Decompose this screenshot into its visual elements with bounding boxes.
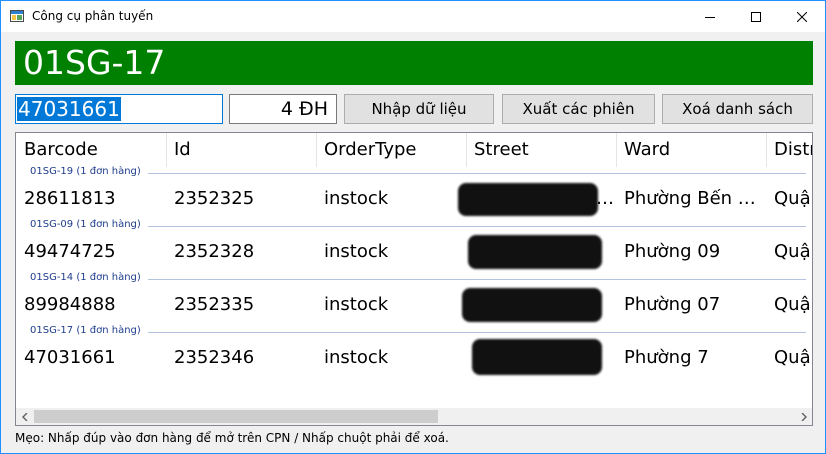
list-item[interactable]: 28611813 2352325 instock … Phường Bến … … xyxy=(16,180,812,216)
cell-barcode: 89984888 xyxy=(24,294,116,315)
group-divider xyxy=(148,279,806,280)
group-header[interactable]: 01SG-17 (1 đơn hàng) xyxy=(16,325,812,339)
cell-district: Quận xyxy=(774,294,812,315)
column-divider[interactable] xyxy=(316,133,317,167)
close-button[interactable] xyxy=(779,1,825,32)
column-header-ward[interactable]: Ward xyxy=(624,139,670,160)
column-header-barcode[interactable]: Barcode xyxy=(24,139,98,160)
window-title: Công cụ phân tuyến xyxy=(32,9,154,23)
cell-barcode: 28611813 xyxy=(24,188,116,209)
column-divider[interactable] xyxy=(466,133,467,167)
column-header-district[interactable]: Distri xyxy=(774,139,812,160)
cell-district: Quận xyxy=(774,188,812,209)
cell-district: Quận xyxy=(774,347,812,368)
group-label: 01SG-19 (1 đơn hàng) xyxy=(30,166,141,177)
column-divider[interactable] xyxy=(616,133,617,167)
group-label: 01SG-17 (1 đơn hàng) xyxy=(30,325,141,336)
chevron-right-icon xyxy=(801,412,807,421)
app-window-icon xyxy=(10,10,24,22)
import-data-button[interactable]: Nhập dữ liệu xyxy=(344,94,494,124)
cell-order-type: instock xyxy=(324,294,389,315)
column-header-ordertype[interactable]: OrderType xyxy=(324,139,417,160)
cell-street: … xyxy=(596,188,614,209)
cell-ward: Phường 09 xyxy=(624,241,721,262)
maximize-button[interactable] xyxy=(733,1,779,32)
redacted-street xyxy=(472,339,602,375)
list-item[interactable]: 49474725 2352328 instock Phường 09 Quận xyxy=(16,233,812,269)
group-header[interactable]: 01SG-19 (1 đơn hàng) xyxy=(16,166,812,180)
route-banner: 01SG-17 xyxy=(15,41,813,85)
close-icon xyxy=(797,11,807,22)
cell-id: 2352325 xyxy=(174,188,255,209)
cell-order-type: instock xyxy=(324,241,389,262)
column-header-id[interactable]: Id xyxy=(174,139,191,160)
minimize-button[interactable] xyxy=(687,1,733,32)
list-item[interactable]: 89984888 2352335 instock Phường 07 Quận xyxy=(16,286,812,322)
status-tip: Mẹo: Nhấp đúp vào đơn hàng để mở trên CP… xyxy=(15,431,449,445)
horizontal-scrollbar[interactable] xyxy=(16,408,812,425)
cell-ward: Phường Bến … xyxy=(624,188,756,209)
group-divider xyxy=(148,226,806,227)
chevron-left-icon xyxy=(21,412,27,421)
cell-ward: Phường 7 xyxy=(624,347,709,368)
scroll-left-button[interactable] xyxy=(16,408,33,425)
group-label: 01SG-09 (1 đơn hàng) xyxy=(30,219,141,230)
list-item[interactable]: 47031661 2352346 instock Phường 7 Quận xyxy=(16,339,812,375)
export-sessions-button[interactable]: Xuất các phiên xyxy=(502,94,655,124)
orders-list[interactable]: Barcode Id OrderType Street Ward Distri … xyxy=(15,132,813,426)
route-label: 01SG-17 xyxy=(23,43,166,82)
cell-id: 2352346 xyxy=(174,347,255,368)
cell-district: Quận xyxy=(774,241,812,262)
cell-barcode: 47031661 xyxy=(24,347,116,368)
barcode-input-value: 47031661 xyxy=(17,97,121,121)
cell-barcode: 49474725 xyxy=(24,241,116,262)
redacted-street xyxy=(462,288,602,322)
order-count-field[interactable]: 4 ĐH xyxy=(229,94,337,124)
scroll-right-button[interactable] xyxy=(795,408,812,425)
clear-list-button[interactable]: Xoá danh sách xyxy=(662,94,813,124)
barcode-input[interactable]: 47031661 xyxy=(15,94,223,124)
column-header-street[interactable]: Street xyxy=(474,139,529,160)
maximize-icon xyxy=(751,11,761,22)
list-header: Barcode Id OrderType Street Ward Distri xyxy=(16,133,812,167)
group-divider xyxy=(148,332,806,333)
cell-id: 2352328 xyxy=(174,241,255,262)
group-header[interactable]: 01SG-14 (1 đơn hàng) xyxy=(16,272,812,286)
cell-order-type: instock xyxy=(324,188,389,209)
group-header[interactable]: 01SG-09 (1 đơn hàng) xyxy=(16,219,812,233)
group-label: 01SG-14 (1 đơn hàng) xyxy=(30,272,141,283)
minimize-icon xyxy=(705,16,715,18)
column-divider[interactable] xyxy=(766,133,767,167)
order-count-value: 4 ĐH xyxy=(280,98,328,120)
cell-ward: Phường 07 xyxy=(624,294,721,315)
app-window: Công cụ phân tuyến 01SG-17 47031661 4 ĐH… xyxy=(0,0,826,454)
redacted-street xyxy=(458,183,598,216)
cell-order-type: instock xyxy=(324,347,389,368)
column-divider[interactable] xyxy=(166,133,167,167)
title-bar[interactable]: Công cụ phân tuyến xyxy=(1,1,825,32)
redacted-street xyxy=(468,235,602,269)
cell-id: 2352335 xyxy=(174,294,255,315)
group-divider xyxy=(148,173,806,174)
scrollbar-thumb[interactable] xyxy=(34,410,438,423)
